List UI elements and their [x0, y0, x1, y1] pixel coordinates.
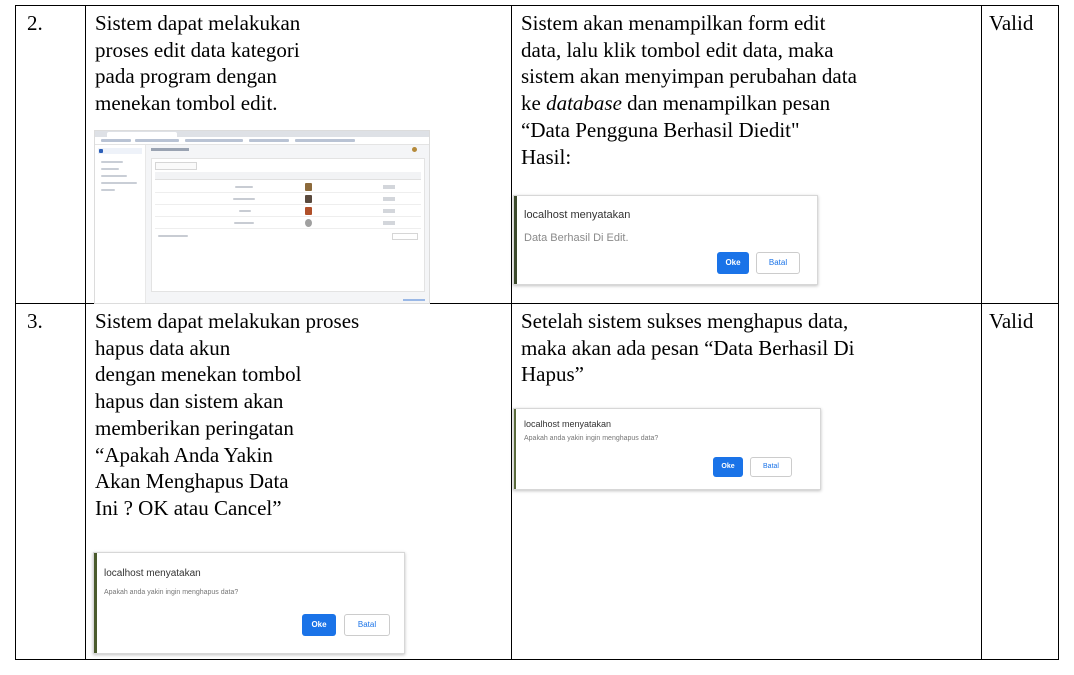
- data-table-panel: [151, 158, 425, 292]
- dialog-message: Apakah anda yakin ingin menghapus data?: [104, 589, 239, 596]
- result-line: Setelah sistem sukses menghapus data,: [521, 309, 849, 333]
- thumbnail: [305, 219, 312, 227]
- sidebar-item: [101, 161, 123, 163]
- dialog-accent-bar: [514, 409, 516, 489]
- browser-bookmarks-bar: [95, 137, 429, 145]
- pagination-placeholder: [392, 233, 418, 240]
- action-placeholder: [383, 185, 395, 189]
- action-placeholder: [383, 197, 395, 201]
- ok-button[interactable]: Oke: [713, 457, 743, 477]
- statement-line: pada program dengan: [95, 64, 277, 89]
- result-line: Sistem akan menampilkan form edit: [521, 11, 826, 35]
- table-header: [155, 172, 421, 180]
- brand-icon: [99, 149, 103, 153]
- delete-confirm-dialog-result: localhost menyatakan Apakah anda yakin i…: [513, 408, 821, 490]
- statement-line: dengan menekan tombol: [95, 362, 302, 387]
- sidebar-item: [101, 189, 115, 191]
- table-row: [155, 193, 421, 205]
- statement-line: menekan tombol edit.: [95, 91, 278, 116]
- sidebar-item: [101, 175, 127, 177]
- sidebar-item: [101, 168, 119, 170]
- cell-placeholder: [235, 186, 253, 188]
- dialog-title: localhost menyatakan: [104, 568, 201, 579]
- dialog-accent-bar: [514, 196, 517, 284]
- avatar: [412, 147, 417, 152]
- result-line: sistem akan menyimpan perubahan data: [521, 64, 857, 89]
- thumbnail: [305, 207, 312, 215]
- status-cell: Valid: [981, 5, 1059, 304]
- bookmark: [295, 139, 355, 142]
- sidebar: [95, 145, 146, 303]
- table-row: [155, 181, 421, 193]
- sidebar-item: [101, 182, 137, 184]
- action-placeholder: [383, 209, 395, 213]
- thumbnail: [305, 183, 312, 191]
- table-row: [155, 205, 421, 217]
- result-line: “Data Pengguna Berhasil Diedit": [521, 117, 800, 142]
- cell-placeholder: [233, 198, 255, 200]
- statement-line: Sistem dapat melakukan: [95, 11, 301, 35]
- result-line: data, lalu klik tombol edit data, maka: [521, 37, 834, 62]
- statement-line: Ini ? OK atau Cancel”: [95, 495, 282, 520]
- status-label: Valid: [989, 11, 1034, 35]
- number-cell: 3.: [15, 303, 86, 660]
- status-cell: Valid: [981, 303, 1059, 660]
- add-data-button-placeholder: [155, 162, 197, 170]
- result-word: ke: [521, 91, 541, 116]
- bookmark: [135, 139, 179, 142]
- result-word: dan menampilkan pesan: [627, 91, 831, 116]
- status-bar-placeholder: [403, 299, 425, 301]
- cell-placeholder: [234, 222, 254, 224]
- result-italic-word: database: [546, 91, 622, 116]
- result-line: Hasil:: [521, 144, 572, 169]
- bookmark: [185, 139, 243, 142]
- table-row: [155, 217, 421, 229]
- cell-placeholder: [239, 210, 251, 212]
- statement-line: hapus dan sistem akan: [95, 389, 284, 414]
- number-cell: 2.: [15, 5, 86, 304]
- footer-placeholder: [158, 235, 188, 237]
- bookmark: [249, 139, 289, 142]
- thumbnail: [305, 195, 312, 203]
- row-number: 2.: [27, 11, 43, 35]
- result-line: ke database dan menampilkan pesan: [521, 90, 975, 117]
- cancel-button[interactable]: Batal: [750, 457, 792, 477]
- cancel-button[interactable]: Batal: [344, 614, 390, 636]
- result-line: maka akan ada pesan “Data Berhasil Di: [521, 335, 855, 360]
- dialog-message: Apakah anda yakin ingin menghapus data?: [524, 435, 659, 442]
- status-label: Valid: [989, 309, 1034, 333]
- sidebar-brand: [98, 148, 142, 154]
- statement-line: hapus data akun: [95, 335, 231, 360]
- row-number: 3.: [27, 309, 43, 333]
- dialog-title: localhost menyatakan: [524, 209, 631, 221]
- cancel-button[interactable]: Batal: [756, 252, 800, 274]
- ok-button[interactable]: Oke: [302, 614, 336, 636]
- statement-line: Akan Menghapus Data: [95, 469, 289, 494]
- ok-button[interactable]: Oke: [717, 252, 749, 274]
- statement-line: proses edit data kategori: [95, 37, 300, 62]
- action-placeholder: [383, 221, 395, 225]
- statement-line: Sistem dapat melakukan proses: [95, 309, 360, 333]
- edit-success-dialog: localhost menyatakan Data Berhasil Di Ed…: [513, 195, 818, 285]
- category-page-screenshot: [94, 130, 430, 304]
- dialog-accent-bar: [94, 553, 97, 653]
- statement-line: memberikan peringatan: [95, 415, 294, 440]
- dialog-title: localhost menyatakan: [524, 419, 612, 429]
- dialog-message: Data Berhasil Di Edit.: [524, 232, 629, 244]
- statement-line: “Apakah Anda Yakin: [95, 442, 273, 467]
- result-line: Hapus”: [521, 362, 584, 387]
- bookmark: [101, 139, 131, 142]
- page-title-placeholder: [151, 148, 189, 151]
- delete-confirm-dialog: localhost menyatakan Apakah anda yakin i…: [93, 552, 405, 654]
